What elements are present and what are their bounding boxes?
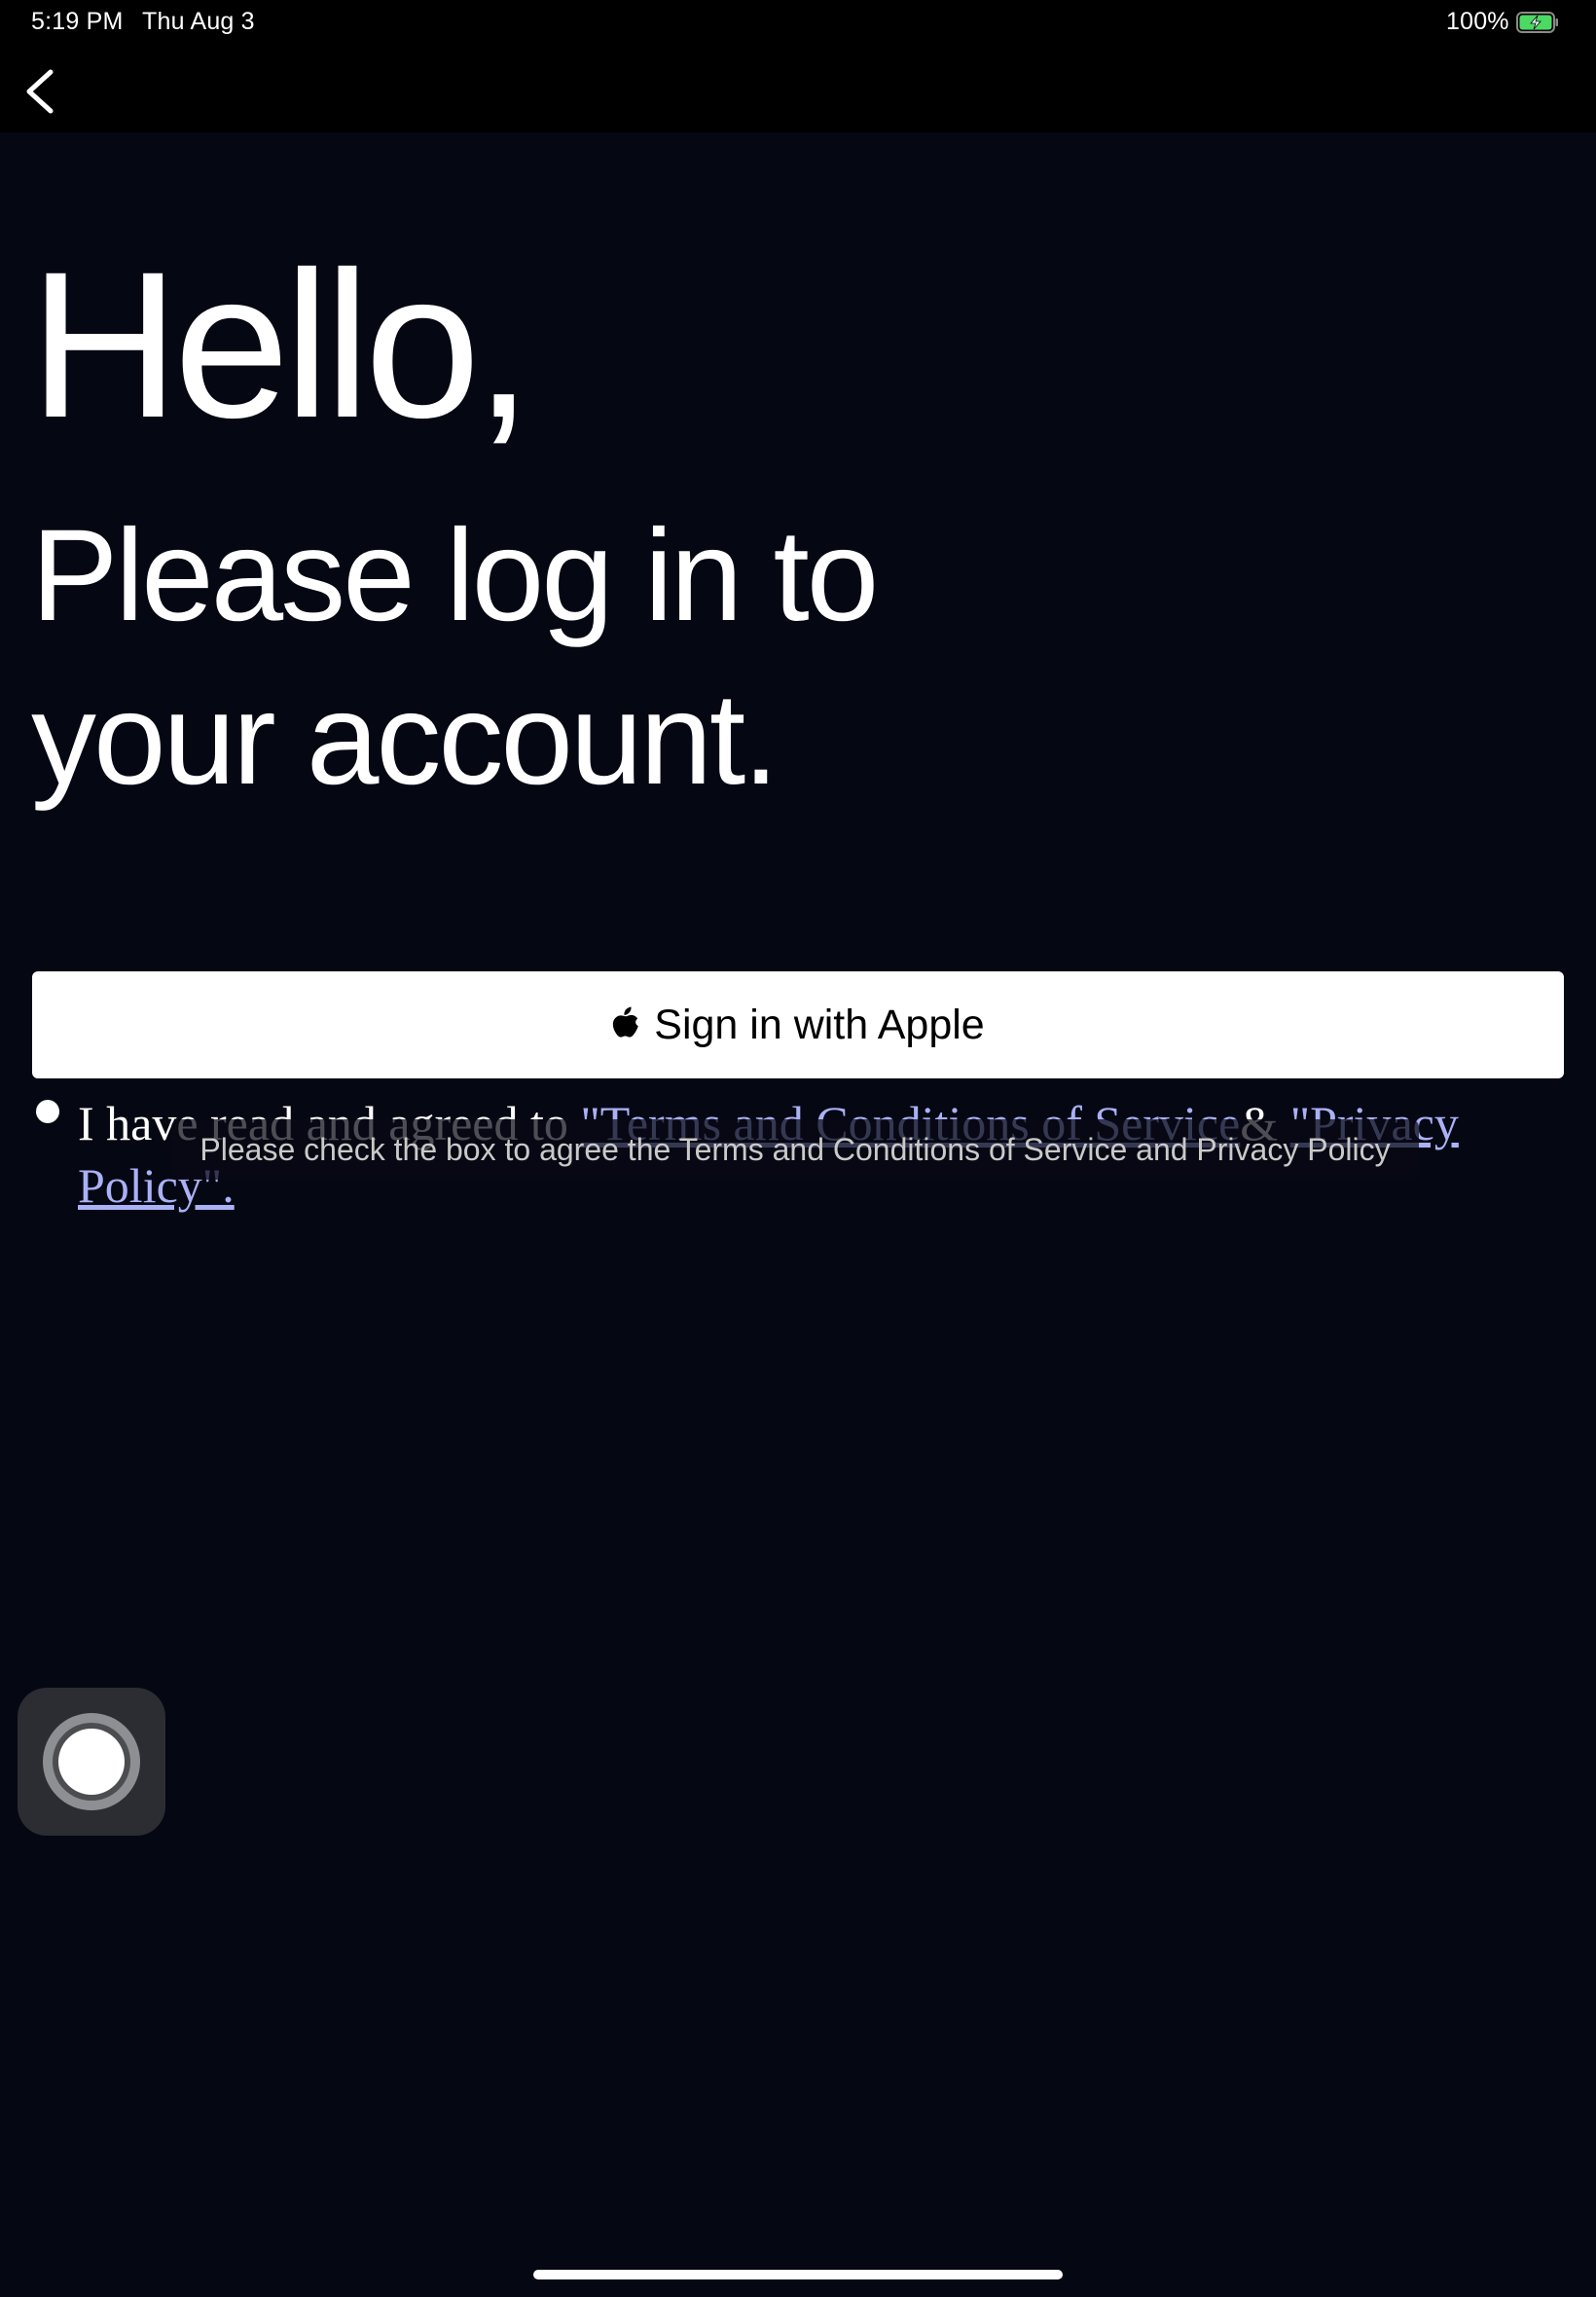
- assistive-touch-core: [58, 1729, 125, 1795]
- sign-in-with-apple-button[interactable]: Sign in with Apple: [32, 971, 1564, 1078]
- terms-agree-radio[interactable]: [36, 1100, 59, 1123]
- agreement-toast: Please check the box to agree the Terms …: [171, 1119, 1419, 1180]
- home-indicator[interactable]: [533, 2270, 1063, 2279]
- assistive-touch-inner-ring: [53, 1723, 130, 1801]
- assistive-touch-button[interactable]: [18, 1688, 165, 1836]
- top-bar: 5:19 PM Thu Aug 3 100%: [0, 0, 1596, 132]
- back-button[interactable]: [18, 66, 64, 117]
- battery-percentage: 100%: [1446, 8, 1509, 35]
- subtitle-line-2: your account.: [31, 667, 779, 812]
- status-time: 5:19 PM: [31, 8, 124, 35]
- toast-message: Please check the box to agree the Terms …: [200, 1131, 1391, 1167]
- apple-logo-icon: [613, 1006, 639, 1038]
- greeting-title: Hello,: [29, 229, 532, 461]
- subtitle-line-1: Please log in to: [31, 503, 879, 648]
- sign-in-with-apple-label: Sign in with Apple: [654, 1001, 985, 1048]
- login-subtitle: Please log in to your account.: [31, 494, 1004, 821]
- chevron-left-icon: [26, 69, 54, 114]
- battery-charging-icon: [1516, 12, 1558, 33]
- login-screen: 5:19 PM Thu Aug 3 100% Hello, Please log…: [0, 0, 1596, 2297]
- status-date: Thu Aug 3: [142, 8, 255, 35]
- assistive-touch-icon: [43, 1713, 140, 1810]
